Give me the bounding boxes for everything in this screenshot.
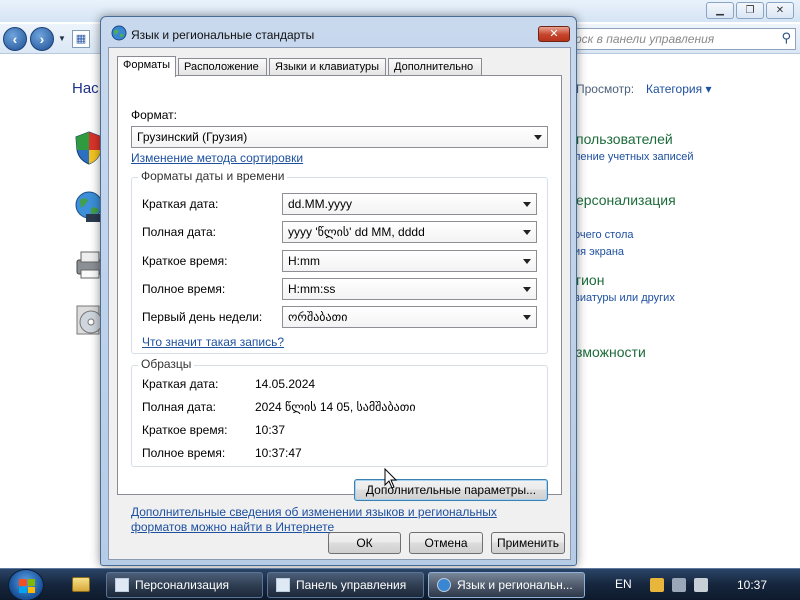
globe-clock-icon bbox=[437, 578, 451, 592]
action-center-icon[interactable] bbox=[650, 578, 664, 592]
chevron-down-icon bbox=[534, 135, 542, 140]
long-date-label: Полная дата: bbox=[142, 225, 216, 239]
chevron-down-icon bbox=[523, 259, 531, 264]
page-title: Нас bbox=[72, 80, 99, 97]
forward-arrow-icon[interactable]: › bbox=[30, 27, 54, 51]
format-value: Грузинский (Грузия) bbox=[137, 130, 248, 144]
network-icon[interactable] bbox=[672, 578, 686, 592]
section-link-screen[interactable]: ия экрана bbox=[574, 246, 624, 258]
control-panel-icon bbox=[276, 578, 290, 592]
taskbar: Персонализация Панель управления Язык и … bbox=[0, 568, 800, 600]
short-date-combo[interactable]: dd.MM.yyyy bbox=[282, 193, 537, 215]
taskbar-item-label: Язык и региональн... bbox=[457, 578, 573, 592]
format-label: Формат: bbox=[131, 108, 177, 122]
clock[interactable]: 10:37 bbox=[737, 578, 767, 592]
short-time-label: Краткое время: bbox=[142, 254, 228, 268]
info-link-line-2[interactable]: форматов можно найти в Интернете bbox=[131, 520, 334, 534]
chevron-down-icon bbox=[523, 287, 531, 292]
short-time-value: H:mm bbox=[288, 254, 320, 268]
short-time-combo[interactable]: H:mm bbox=[282, 250, 537, 272]
first-day-label: Первый день недели: bbox=[142, 310, 263, 324]
sample-long-time-value: 10:37:47 bbox=[255, 446, 302, 460]
long-date-combo[interactable]: yyyy 'წლის' dd MM, dddd bbox=[282, 221, 537, 243]
sample-short-date-value: 14.05.2024 bbox=[255, 377, 316, 391]
chevron-down-icon bbox=[523, 315, 531, 320]
dialog-close-button[interactable]: ✕ bbox=[538, 26, 570, 42]
folder-icon[interactable] bbox=[72, 577, 90, 592]
tab-administrative[interactable]: Дополнительно bbox=[388, 58, 482, 76]
sample-long-date-label: Полная дата: bbox=[142, 400, 216, 414]
short-date-label: Краткая дата: bbox=[142, 197, 219, 211]
section-heading-users[interactable]: пользователей bbox=[576, 131, 673, 147]
view-mode-value: Категория bbox=[646, 82, 703, 96]
first-day-combo[interactable]: ორშაბათი bbox=[282, 306, 537, 328]
search-placeholder: рск в панели управления bbox=[575, 32, 715, 46]
info-link-line-1[interactable]: Дополнительные сведения об изменении язы… bbox=[131, 505, 497, 519]
taskbar-item-label: Персонализация bbox=[135, 578, 230, 592]
view-label: Просмотр: bbox=[576, 82, 635, 96]
region-dialog: Язык и региональные стандарты ✕ Форматы … bbox=[100, 16, 577, 566]
dialog-body: Форматы Расположение Языки и клавиатуры … bbox=[108, 47, 571, 560]
mouse-cursor-icon bbox=[384, 468, 398, 489]
search-icon[interactable]: ⚲ bbox=[781, 30, 791, 46]
first-day-value: ორშაბათი bbox=[288, 310, 348, 324]
maximize-button[interactable]: ❐ bbox=[736, 2, 764, 19]
apply-button[interactable]: Применить bbox=[491, 532, 565, 554]
cancel-button[interactable]: Отмена bbox=[409, 532, 483, 554]
section-heading-region[interactable]: гион bbox=[576, 272, 604, 288]
view-mode-dropdown[interactable]: Категория ▾ bbox=[646, 82, 711, 96]
datetime-formats-group: Форматы даты и времени Краткая дата: dd.… bbox=[131, 169, 548, 354]
start-button[interactable] bbox=[8, 569, 44, 600]
history-dropdown-icon[interactable]: ▼ bbox=[58, 34, 66, 43]
samples-group-title: Образцы bbox=[138, 357, 195, 371]
volume-muted-icon[interactable] bbox=[694, 578, 708, 592]
long-time-combo[interactable]: H:mm:ss bbox=[282, 278, 537, 300]
search-input[interactable]: рск в панели управления ⚲ bbox=[560, 28, 796, 50]
ok-button[interactable]: ОК bbox=[328, 532, 401, 554]
samples-group: Образцы Краткая дата: 14.05.2024 Полная … bbox=[131, 357, 548, 467]
section-link-desktop[interactable]: очего стола bbox=[574, 229, 634, 241]
long-time-label: Полное время: bbox=[142, 282, 226, 296]
sample-short-date-label: Краткая дата: bbox=[142, 377, 219, 391]
taskbar-item-personalization[interactable]: Персонализация bbox=[106, 572, 263, 598]
section-heading-accessibility[interactable]: зможности bbox=[576, 344, 646, 360]
sort-method-link[interactable]: Изменение метода сортировки bbox=[131, 151, 303, 165]
short-date-value: dd.MM.yyyy bbox=[288, 197, 353, 211]
dialog-title: Язык и региональные стандарты bbox=[131, 28, 315, 42]
notation-help-link[interactable]: Что значит такая запись? bbox=[142, 335, 284, 349]
tab-location[interactable]: Расположение bbox=[178, 58, 267, 76]
taskbar-item-label: Панель управления bbox=[296, 578, 407, 592]
sample-short-time-label: Краткое время: bbox=[142, 423, 228, 437]
long-time-value: H:mm:ss bbox=[288, 282, 336, 296]
control-panel-icon: ▦ bbox=[72, 30, 90, 48]
taskbar-item-region-dialog[interactable]: Язык и региональн... bbox=[428, 572, 585, 598]
minimize-button[interactable]: ▁ bbox=[706, 2, 734, 19]
section-link-keyboards[interactable]: виатуры или других bbox=[574, 292, 675, 304]
globe-clock-icon bbox=[111, 25, 127, 41]
section-heading-personalization[interactable]: ерсонализация bbox=[576, 192, 676, 208]
close-button[interactable]: ✕ bbox=[766, 2, 794, 19]
sample-short-time-value: 10:37 bbox=[255, 423, 286, 437]
chevron-down-icon bbox=[523, 202, 531, 207]
windows-logo-icon bbox=[19, 579, 35, 593]
back-arrow-icon[interactable]: ‹ bbox=[3, 27, 27, 51]
tab-keyboards[interactable]: Языки и клавиатуры bbox=[269, 58, 386, 76]
long-date-value: yyyy 'წლის' dd MM, dddd bbox=[288, 225, 425, 239]
datetime-group-title: Форматы даты и времени bbox=[138, 169, 288, 183]
format-combo[interactable]: Грузинский (Грузия) bbox=[131, 126, 548, 148]
language-indicator[interactable]: EN bbox=[615, 577, 632, 591]
sample-long-date-value: 2024 წლის 14 05, სამშაბათი bbox=[255, 400, 416, 414]
window-icon bbox=[115, 578, 129, 592]
sample-long-time-label: Полное время: bbox=[142, 446, 226, 460]
tab-formats[interactable]: Форматы bbox=[117, 56, 176, 77]
section-link-accounts[interactable]: ление учетных записей bbox=[574, 151, 694, 163]
formats-panel: Формат: Грузинский (Грузия) Изменение ме… bbox=[117, 75, 562, 501]
chevron-down-icon bbox=[523, 230, 531, 235]
taskbar-item-control-panel[interactable]: Панель управления bbox=[267, 572, 424, 598]
